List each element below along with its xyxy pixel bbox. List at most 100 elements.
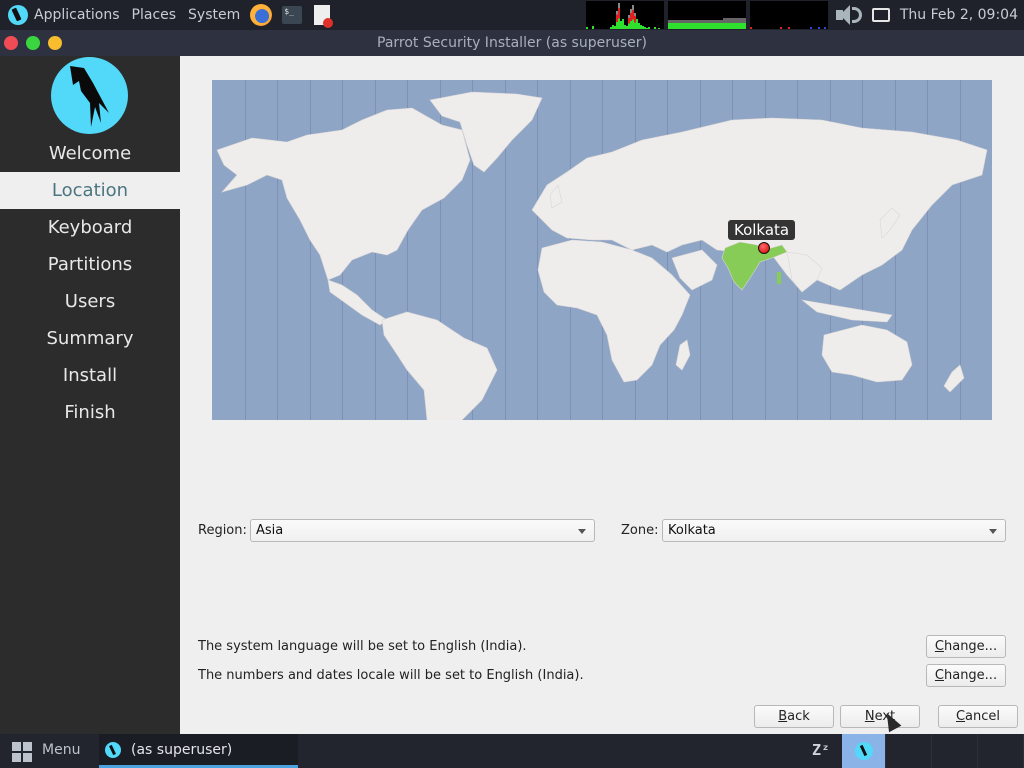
andaman-islands bbox=[777, 272, 781, 284]
terminal-icon[interactable]: $_ bbox=[282, 6, 303, 24]
step-partitions: Partitions bbox=[0, 246, 180, 283]
change-language-button[interactable]: Change... bbox=[926, 635, 1006, 658]
madagascar bbox=[675, 339, 691, 371]
selected-city-marker[interactable] bbox=[758, 242, 770, 254]
cpu-monitor[interactable] bbox=[586, 1, 664, 29]
step-label: Finish bbox=[64, 402, 116, 423]
workspace-2[interactable] bbox=[886, 734, 932, 768]
memory-used-bar bbox=[668, 23, 746, 29]
cpu-bar bbox=[648, 27, 650, 29]
clock[interactable]: Thu Feb 2, 09:04 bbox=[900, 7, 1018, 23]
minimize-window-button[interactable] bbox=[48, 36, 62, 50]
text-editor-icon[interactable] bbox=[314, 5, 334, 28]
window-titlebar[interactable]: Parrot Security Installer (as superuser) bbox=[0, 30, 1024, 56]
south-america bbox=[381, 311, 498, 420]
cpu-bar bbox=[654, 27, 656, 29]
zone-label: Zone: bbox=[621, 523, 659, 538]
step-keyboard: Keyboard bbox=[0, 209, 180, 246]
sleep-inhibit-icon[interactable]: Zᶻ bbox=[812, 741, 834, 761]
step-label: Keyboard bbox=[47, 217, 133, 238]
button-label: ancel bbox=[965, 709, 1001, 724]
accel-key: C bbox=[934, 668, 944, 683]
australia bbox=[821, 324, 913, 383]
parrot-app-icon bbox=[855, 742, 873, 760]
language-info: The system language will be set to Engli… bbox=[198, 639, 527, 654]
step-finish: Finish bbox=[0, 394, 180, 431]
accel-key: C bbox=[955, 709, 966, 724]
button-label: hange... bbox=[943, 668, 998, 683]
step-label: Location bbox=[51, 180, 129, 201]
step-label: Welcome bbox=[48, 143, 132, 164]
step-location: Location bbox=[0, 172, 180, 209]
chevron-down-icon bbox=[989, 529, 997, 534]
locale-info: The numbers and dates locale will be set… bbox=[198, 668, 584, 683]
places-menu[interactable]: Places bbox=[126, 0, 183, 30]
accel-key: C bbox=[934, 639, 944, 654]
memory-cache-bar-2 bbox=[723, 18, 746, 23]
places-menu-label: Places bbox=[131, 7, 177, 23]
workspace-3[interactable] bbox=[932, 734, 978, 768]
step-label: Summary bbox=[46, 328, 134, 349]
top-panel: Applications Places System $_ Thu Feb 2,… bbox=[0, 0, 1024, 30]
memory-cache-bar bbox=[668, 20, 723, 23]
bottom-taskbar: Menu (as superuser) Zᶻ bbox=[0, 734, 1024, 768]
system-menu[interactable]: System bbox=[182, 0, 246, 30]
timezone-map[interactable]: Kolkata bbox=[212, 80, 992, 420]
africa bbox=[537, 239, 691, 383]
firefox-icon[interactable] bbox=[250, 4, 273, 26]
region-value: Asia bbox=[256, 523, 284, 538]
step-install: Install bbox=[0, 357, 180, 394]
network-bar bbox=[818, 27, 820, 29]
system-menu-label: System bbox=[188, 7, 241, 23]
workspace-1[interactable] bbox=[842, 734, 886, 768]
step-label: Partitions bbox=[47, 254, 133, 275]
button-label: hange... bbox=[943, 639, 998, 654]
display-icon[interactable] bbox=[871, 8, 890, 22]
parrot-logo-icon bbox=[8, 5, 28, 25]
menu-grid-icon[interactable] bbox=[12, 742, 32, 762]
network-bar bbox=[824, 27, 826, 29]
network-bar bbox=[788, 27, 790, 29]
close-window-button[interactable] bbox=[4, 36, 18, 50]
accel-key: N bbox=[864, 709, 875, 724]
region-dropdown[interactable]: Asia bbox=[250, 519, 595, 542]
step-label: Users bbox=[64, 291, 116, 312]
step-label: Install bbox=[62, 365, 118, 386]
applications-menu[interactable]: Applications bbox=[0, 0, 126, 30]
accel-key: B bbox=[778, 709, 788, 724]
city-label: Kolkata bbox=[728, 220, 796, 240]
volume-icon[interactable] bbox=[834, 4, 864, 26]
applications-menu-label: Applications bbox=[34, 7, 120, 23]
cpu-bar bbox=[658, 28, 660, 29]
indonesia bbox=[800, 299, 893, 323]
menu-button-label[interactable]: Menu bbox=[42, 742, 80, 758]
north-america bbox=[216, 107, 471, 281]
parrot-bird-icon bbox=[70, 66, 109, 127]
network-bar bbox=[810, 27, 812, 29]
parrot-app-icon bbox=[105, 741, 121, 758]
chevron-down-icon bbox=[578, 529, 586, 534]
lakshadweep bbox=[740, 278, 743, 281]
back-button[interactable]: Back bbox=[754, 705, 834, 728]
cpu-bar bbox=[586, 27, 588, 29]
taskbar-window-button[interactable]: (as superuser) bbox=[99, 734, 298, 768]
window-title: Parrot Security Installer (as superuser) bbox=[377, 35, 647, 51]
installer-sidebar: Welcome Location Keyboard Partitions Use… bbox=[0, 56, 180, 734]
zone-dropdown[interactable]: Kolkata bbox=[662, 519, 1006, 542]
step-welcome: Welcome bbox=[0, 135, 180, 172]
maximize-window-button[interactable] bbox=[26, 36, 40, 50]
central-america bbox=[327, 279, 388, 326]
memory-monitor[interactable] bbox=[668, 1, 746, 29]
step-summary: Summary bbox=[0, 320, 180, 357]
taskbar-window-label: (as superuser) bbox=[131, 741, 233, 758]
zone-value: Kolkata bbox=[668, 523, 716, 538]
network-bar bbox=[750, 27, 752, 29]
button-label: ack bbox=[787, 709, 810, 724]
cpu-bar bbox=[592, 26, 594, 29]
change-locale-button[interactable]: Change... bbox=[926, 664, 1006, 687]
cancel-button[interactable]: Cancel bbox=[938, 705, 1018, 728]
network-bar bbox=[780, 27, 782, 29]
system-monitors bbox=[586, 1, 828, 29]
network-monitor[interactable] bbox=[750, 1, 828, 29]
workspace-4[interactable] bbox=[978, 734, 1024, 768]
